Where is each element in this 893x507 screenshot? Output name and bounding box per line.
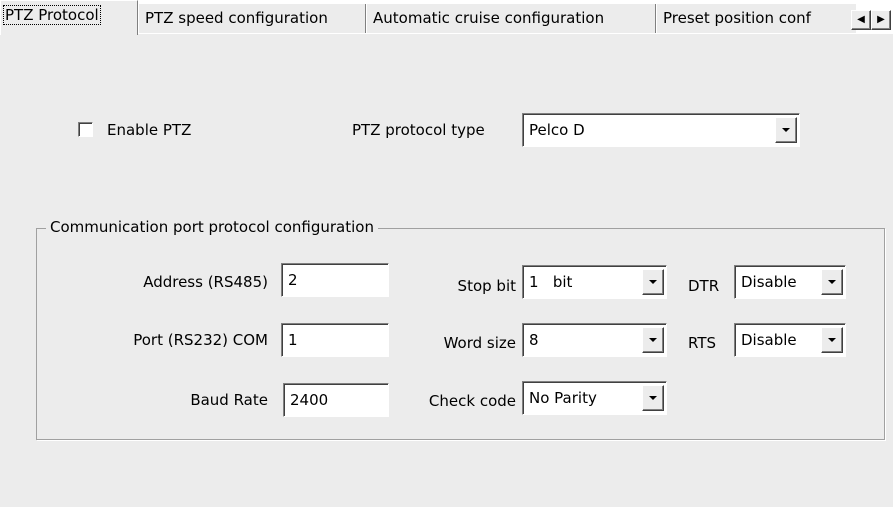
protocol-type-value: Pelco D — [529, 121, 585, 139]
dtr-select[interactable]: Disable — [734, 265, 846, 299]
dtr-value: Disable — [741, 273, 797, 291]
enable-ptz-label: Enable PTZ — [107, 121, 192, 139]
port-value: 1 — [288, 331, 298, 349]
arrow-left-icon[interactable]: ◀ — [851, 10, 871, 30]
dtr-label: DTR — [688, 277, 720, 295]
tab-automatic-cruise-label: Automatic cruise configuration — [373, 9, 605, 27]
stop-bit-select[interactable]: 1 bit — [522, 265, 667, 299]
tab-automatic-cruise-configuration[interactable]: Automatic cruise configuration — [366, 4, 656, 33]
protocol-type-select[interactable]: Pelco D — [522, 113, 800, 147]
rts-select[interactable]: Disable — [734, 323, 846, 357]
tab-ptz-speed-configuration[interactable]: PTZ speed configuration — [138, 4, 366, 33]
rts-label: RTS — [688, 334, 717, 352]
address-value: 2 — [288, 271, 298, 289]
chevron-down-icon[interactable] — [642, 269, 664, 295]
chevron-down-icon[interactable] — [642, 327, 664, 353]
enable-ptz-checkbox[interactable] — [78, 122, 93, 137]
chevron-down-icon[interactable] — [775, 117, 797, 143]
check-code-select[interactable]: No Parity — [522, 381, 667, 415]
tab-ptz-protocol[interactable]: PTZ Protocol — [0, 0, 138, 35]
check-code-value: No Parity — [529, 389, 597, 407]
tab-ptz-protocol-label: PTZ Protocol — [3, 5, 101, 25]
arrow-right-icon[interactable]: ▶ — [871, 10, 891, 30]
tab-preset-position-label: Preset position conf — [663, 9, 811, 27]
check-code-label: Check code — [428, 392, 516, 410]
address-label: Address (RS485) — [143, 273, 268, 291]
baud-rate-label: Baud Rate — [190, 391, 268, 409]
rts-value: Disable — [741, 331, 797, 349]
stop-bit-label: Stop bit — [457, 277, 516, 295]
comm-port-group-title: Communication port protocol configuratio… — [46, 217, 378, 237]
chevron-down-icon[interactable] — [821, 327, 843, 353]
port-input[interactable]: 1 — [281, 323, 389, 357]
word-size-label: Word size — [443, 334, 516, 352]
tab-strip: PTZ Protocol PTZ speed configuration Aut… — [0, 0, 893, 35]
baud-rate-input[interactable]: 2400 — [283, 383, 389, 417]
word-size-value: 8 — [529, 331, 539, 349]
protocol-type-label: PTZ protocol type — [352, 121, 485, 139]
tab-preset-position-configuration[interactable]: Preset position conf — [656, 4, 856, 33]
chevron-down-icon[interactable] — [642, 385, 664, 411]
stop-bit-value: 1 bit — [529, 273, 573, 291]
word-size-select[interactable]: 8 — [522, 323, 667, 357]
port-label: Port (RS232) COM — [133, 331, 268, 349]
address-input[interactable]: 2 — [281, 263, 389, 297]
tab-ptz-speed-label: PTZ speed configuration — [145, 9, 328, 27]
baud-rate-value: 2400 — [290, 391, 329, 409]
chevron-down-icon[interactable] — [821, 269, 843, 295]
